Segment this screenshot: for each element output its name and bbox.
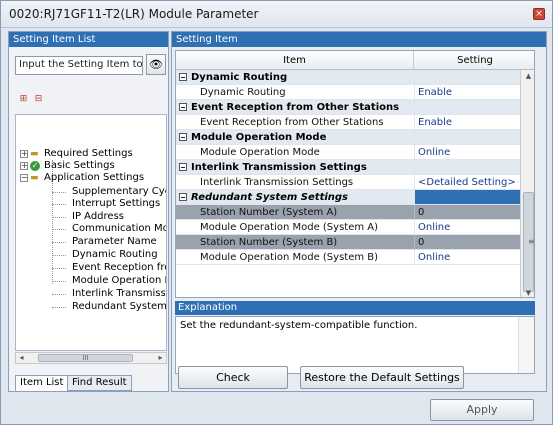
row-setting-value[interactable]: Enable xyxy=(414,85,534,100)
row-setting-value: 0 xyxy=(414,235,534,250)
collapse-icon[interactable] xyxy=(179,133,187,141)
category-row-selected[interactable]: Redundant System Settings xyxy=(176,190,534,205)
folder-icon: ▬ xyxy=(30,173,39,183)
explanation-text: Set the redundant-system-compatible func… xyxy=(180,320,418,331)
row-setting-value[interactable]: Online xyxy=(414,250,534,265)
setting-item-panel: Setting Item Item Setting Dynamic Routin… xyxy=(171,31,547,392)
close-icon[interactable]: × xyxy=(533,8,545,20)
row-item-label: Dynamic Routing xyxy=(176,85,414,100)
tree-item-label: Parameter Name xyxy=(72,236,157,247)
category-row[interactable]: Module Operation Mode xyxy=(176,130,534,145)
setting-row[interactable]: Module Operation Mode (System B) Online xyxy=(176,250,534,265)
settings-grid: Item Setting Dynamic Routing Dynamic Rou… xyxy=(175,50,535,298)
tree-item-label: Required Settings xyxy=(44,148,133,159)
collapse-icon[interactable] xyxy=(179,193,187,201)
check-icon: ✓ xyxy=(30,161,40,171)
setting-item-list-panel: Setting Item List Input the Setting Item… xyxy=(8,31,169,392)
row-item-label: Event Reception from Other Stations xyxy=(191,102,400,113)
explanation-scrollbar[interactable] xyxy=(518,317,534,373)
row-item-label: Redundant System Settings xyxy=(191,192,349,203)
check-button[interactable]: Check xyxy=(178,366,288,389)
setting-item-tree: + ▬ Required Settings + ✓ Basic Settings… xyxy=(15,114,167,351)
scroll-up-icon[interactable]: ▲ xyxy=(523,72,534,80)
scroll-right-icon[interactable]: ▸ xyxy=(155,353,166,363)
row-item-label: Module Operation Mode xyxy=(191,132,327,143)
scroll-left-icon[interactable]: ◂ xyxy=(16,353,27,363)
footer-bar: Apply xyxy=(2,394,551,424)
tree-item-label: IP Address xyxy=(72,211,124,222)
row-item-label: Module Operation Mode xyxy=(176,145,414,160)
grid-header: Item Setting xyxy=(176,51,534,70)
row-item-label: Station Number (System B) xyxy=(176,235,414,250)
expand-icon[interactable]: + xyxy=(20,150,28,158)
apply-button[interactable]: Apply xyxy=(430,399,534,421)
setting-item-list-header: Setting Item List xyxy=(9,32,168,47)
collapse-icon[interactable] xyxy=(179,73,187,81)
search-input[interactable]: Input the Setting Item to Se xyxy=(15,56,143,75)
setting-row[interactable]: Dynamic Routing Enable xyxy=(176,85,534,100)
row-setting-value[interactable]: Online xyxy=(414,220,534,235)
grid-vertical-scrollbar[interactable]: ▲ ≡ ▼ xyxy=(520,70,534,297)
scroll-grip: ≡ xyxy=(528,237,535,246)
collapse-icon[interactable]: − xyxy=(20,174,28,182)
row-setting-value xyxy=(414,70,534,85)
category-row[interactable]: Dynamic Routing xyxy=(176,70,534,85)
scroll-down-icon[interactable]: ▼ xyxy=(523,289,534,297)
row-setting-value xyxy=(414,190,534,205)
row-setting-value[interactable]: Online xyxy=(414,145,534,160)
window-title: 0020:RJ71GF11-T2(LR) Module Parameter xyxy=(9,7,259,21)
setting-row[interactable]: Module Operation Mode (System A) Online xyxy=(176,220,534,235)
tree-item-label: Event Reception fror xyxy=(72,262,167,273)
row-item-label: Dynamic Routing xyxy=(191,72,288,83)
tab-item-list[interactable]: Item List xyxy=(15,375,69,391)
expand-all-icon[interactable]: ⊞ xyxy=(18,94,29,105)
tree-item-label: Basic Settings xyxy=(44,160,115,171)
row-item-label: Station Number (System A) xyxy=(176,205,414,220)
setting-row-disabled[interactable]: Station Number (System B) 0 xyxy=(176,235,534,250)
row-item-label: Interlink Transmission Settings xyxy=(191,162,367,173)
row-setting-value xyxy=(414,130,534,145)
row-setting-value: 0 xyxy=(414,205,534,220)
row-item-label: Module Operation Mode (System B) xyxy=(176,250,414,265)
row-item-label: Event Reception from Other Stations xyxy=(176,115,414,130)
tree-item-label: Interrupt Settings xyxy=(72,198,161,209)
setting-row[interactable]: Module Operation Mode Online xyxy=(176,145,534,160)
category-row[interactable]: Event Reception from Other Stations xyxy=(176,100,534,115)
expand-icon[interactable]: + xyxy=(20,162,28,170)
row-item-label: Interlink Transmission Settings xyxy=(176,175,414,190)
setting-row-disabled[interactable]: Station Number (System A) 0 xyxy=(176,205,534,220)
tab-find-result[interactable]: Find Result xyxy=(67,375,132,391)
module-parameter-window: 0020:RJ71GF11-T2(LR) Module Parameter × … xyxy=(0,0,553,425)
tree-item-label: Communication Mode xyxy=(72,223,166,234)
scroll-thumb[interactable]: ≡ xyxy=(523,192,534,292)
tree-item-label: Supplementary Cycli xyxy=(72,186,167,197)
binoculars-icon: 👁 xyxy=(149,58,163,71)
row-setting-value xyxy=(414,160,534,175)
row-setting-value[interactable]: Enable xyxy=(414,115,534,130)
setting-item-header: Setting Item xyxy=(172,32,546,47)
collapse-icon[interactable] xyxy=(179,103,187,111)
tree-horizontal-scrollbar[interactable]: ◂ III ▸ xyxy=(15,352,167,364)
scroll-thumb[interactable]: III xyxy=(38,354,133,362)
row-setting-value[interactable]: <Detailed Setting> xyxy=(414,175,534,190)
row-item-label: Module Operation Mode (System A) xyxy=(176,220,414,235)
collapse-icon[interactable] xyxy=(179,163,187,171)
collapse-all-icon[interactable]: ⊟ xyxy=(33,94,44,105)
tree-item-label: Module Operation Mc xyxy=(72,275,166,286)
folder-icon: ▬ xyxy=(30,149,39,159)
tree-item-label: Application Settings xyxy=(44,172,145,183)
search-button[interactable]: 👁 xyxy=(146,54,166,75)
column-header-item[interactable]: Item xyxy=(176,51,414,70)
title-bar: 0020:RJ71GF11-T2(LR) Module Parameter × xyxy=(1,1,552,28)
tree-item-label: Interlink Transmissio xyxy=(72,288,167,299)
explanation-header: Explanation xyxy=(175,301,535,315)
setting-row[interactable]: Event Reception from Other Stations Enab… xyxy=(176,115,534,130)
category-row[interactable]: Interlink Transmission Settings xyxy=(176,160,534,175)
column-header-setting[interactable]: Setting xyxy=(414,51,534,70)
tree-item-label: Dynamic Routing xyxy=(72,249,158,260)
row-setting-value xyxy=(414,100,534,115)
tree-item-label: Redundant System S xyxy=(72,301,167,312)
setting-row[interactable]: Interlink Transmission Settings <Detaile… xyxy=(176,175,534,190)
restore-default-button[interactable]: Restore the Default Settings xyxy=(300,366,464,389)
